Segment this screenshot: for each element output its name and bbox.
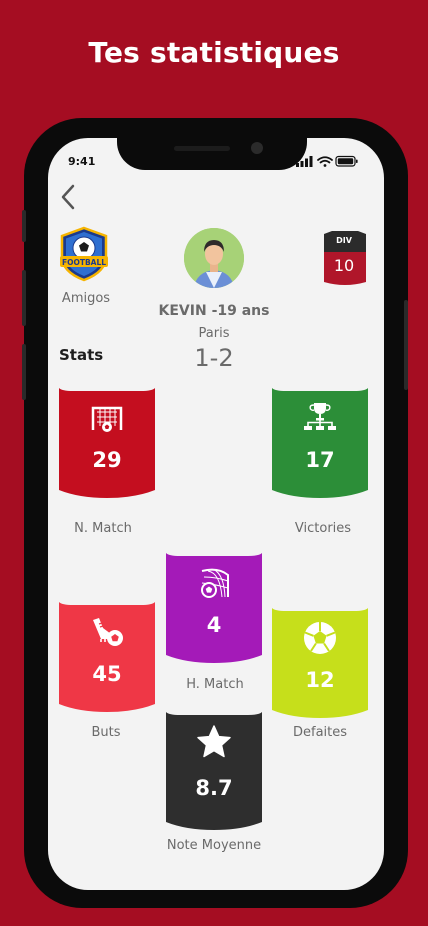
ball-in-net-icon [201,568,229,598]
stat-card-matches[interactable]: 29 [59,388,155,498]
camera-lens [251,142,263,154]
victories-value: 17 [305,448,335,472]
division-value: 10 [333,256,355,275]
speaker-grille [174,146,230,151]
phone-power-button [404,300,408,390]
club-logo-text: FOOTBALL [62,258,106,267]
goals-label: Buts [91,725,121,740]
defeats-label: Defaites [292,725,348,740]
stat-card-h-match[interactable]: 4 [166,553,262,663]
victories-label: Victories [294,521,352,536]
club-logo: FOOTBALL [60,226,108,282]
goals-value: 45 [92,662,122,686]
phone-mute-button [22,210,26,242]
defeats-value: 12 [305,668,335,692]
matches-label: N. Match [74,521,132,536]
star-icon [197,725,231,758]
matches-value: 29 [92,448,122,472]
phone-notch [117,118,307,170]
back-icon[interactable] [56,182,80,212]
division-label: DIV [336,236,352,245]
player-avatar [184,228,244,288]
player-name: KEVIN -19 ans [158,303,270,319]
trophy-bracket-icon [304,403,336,430]
stat-card-rating[interactable]: 8.7 [166,712,262,830]
avatar-illustration [184,228,244,288]
stat-card-goals[interactable]: 45 [59,602,155,712]
phone-volume-down-button [22,344,26,400]
signal-icon [296,156,313,167]
phone-volume-up-button [22,270,26,326]
player-score: 1-2 [194,344,234,372]
rating-value: 8.7 [195,776,233,800]
boot-and-ball-icon [93,618,123,646]
h-match-label: H. Match [186,677,244,692]
headline: Tes statistiques [88,36,340,69]
stat-card-defeats[interactable]: 12 [272,608,368,718]
battery-icon [335,155,358,167]
status-icons [296,155,358,167]
club-name: Amigos [61,291,111,306]
player-city: Paris [198,326,230,341]
wifi-icon [317,156,333,167]
goal-net-icon [91,406,123,432]
h-match-value: 4 [206,613,222,637]
stats-title: Stats [59,346,104,364]
rating-label: Note Moyenne [166,838,262,853]
soccer-ball-icon [304,622,336,654]
status-time: 9:41 [68,155,96,168]
stat-card-victories[interactable]: 17 [272,388,368,498]
